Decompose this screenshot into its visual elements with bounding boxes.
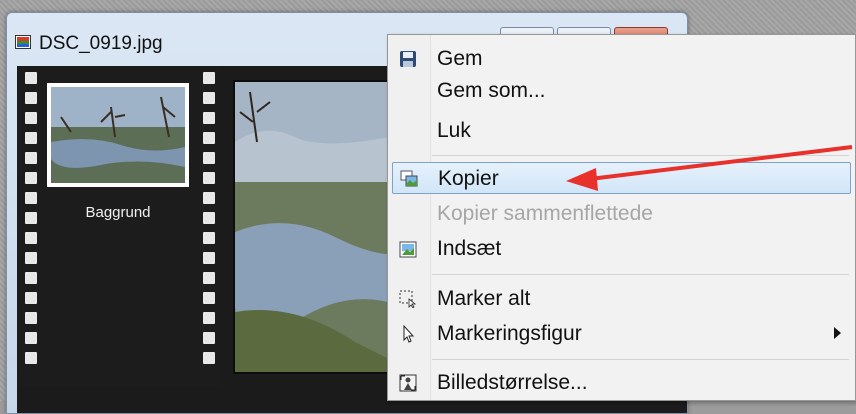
menu-item-indsaet[interactable]: Indsæt bbox=[392, 233, 851, 265]
menu-separator bbox=[432, 155, 849, 156]
menu-item-label: Kopier bbox=[438, 167, 499, 190]
menu-item-billedstorrelse[interactable]: Billedstørrelse... bbox=[392, 367, 851, 399]
select-all-icon bbox=[399, 290, 417, 308]
floppy-disk-icon bbox=[400, 51, 416, 67]
film-holes-right bbox=[203, 72, 215, 372]
menu-separator bbox=[432, 359, 849, 360]
layer-thumbnail[interactable] bbox=[47, 83, 189, 187]
menu-item-label: Billedstørrelse... bbox=[437, 371, 588, 394]
submenu-arrow-icon bbox=[834, 327, 841, 339]
menu-item-label: Indsæt bbox=[437, 237, 502, 260]
copy-image-icon bbox=[400, 170, 418, 187]
image-size-icon bbox=[399, 374, 417, 392]
menu-item-luk[interactable]: Luk bbox=[392, 115, 851, 147]
menu-item-gem-som[interactable]: Gem som... bbox=[392, 75, 851, 107]
menu-item-label: Gem bbox=[437, 47, 483, 70]
paste-image-icon bbox=[399, 241, 417, 258]
menu-item-label: Kopier sammenflettede bbox=[437, 202, 653, 225]
menu-item-kopier[interactable]: Kopier bbox=[392, 162, 851, 194]
window-title: DSC_0919.jpg bbox=[39, 33, 163, 54]
thumbnail-landscape-image bbox=[51, 87, 185, 183]
layer-name-label: Baggrund bbox=[85, 204, 151, 221]
selection-cursor-icon bbox=[403, 325, 415, 343]
menu-item-markeringsfigur[interactable]: Markeringsfigur bbox=[392, 318, 851, 350]
layers-filmstrip: Baggrund bbox=[17, 66, 222, 386]
menu-item-gem[interactable]: Gem bbox=[392, 43, 851, 75]
context-menu: Gem Gem som... Luk Kopier Kopier sammenf… bbox=[387, 34, 856, 401]
menu-separator bbox=[432, 274, 849, 275]
menu-item-label: Gem som... bbox=[437, 79, 546, 102]
image-file-icon bbox=[15, 35, 31, 49]
menu-item-label: Luk bbox=[437, 119, 471, 142]
film-holes-left bbox=[25, 72, 37, 372]
menu-item-label: Marker alt bbox=[437, 287, 531, 310]
menu-item-kopier-sammenflettede: Kopier sammenflettede bbox=[392, 198, 851, 230]
menu-item-marker-alt[interactable]: Marker alt bbox=[392, 283, 851, 315]
menu-item-label: Markeringsfigur bbox=[437, 322, 582, 345]
